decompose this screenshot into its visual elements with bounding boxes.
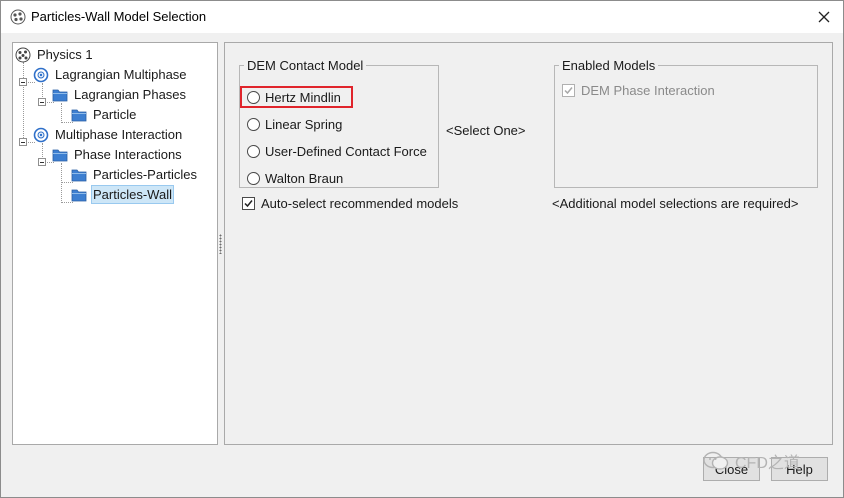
particles-app-icon — [10, 9, 26, 25]
radio-label: Linear Spring — [265, 116, 343, 132]
folder-icon — [71, 169, 87, 181]
tree-item-particle[interactable]: Particle — [71, 105, 138, 124]
watermark: CFD之道 — [703, 449, 800, 473]
expander-phase-interactions[interactable] — [38, 158, 46, 166]
checkbox — [562, 84, 575, 97]
tree-item-label: Particles-Particles — [93, 167, 198, 182]
tree-item-label: Multiphase Interaction — [55, 127, 183, 142]
model-ring-icon — [33, 127, 49, 142]
expander-lagrangian-phases[interactable] — [38, 98, 46, 106]
radio-hertz-mindlin[interactable]: Hertz Mindlin — [247, 87, 341, 107]
radio-walton-braun[interactable]: Walton Braun — [247, 168, 343, 188]
tree-item-label: Lagrangian Multiphase — [55, 67, 187, 82]
checkbox-label: Auto-select recommended models — [261, 196, 459, 211]
panel-splitter-handle[interactable] — [219, 234, 222, 254]
tree-item-phase-interactions[interactable]: Phase Interactions — [52, 145, 184, 164]
window-close-button[interactable] — [811, 5, 837, 29]
tree-item-lagrangian-phases[interactable]: Lagrangian Phases — [52, 85, 188, 104]
tree-item-physics-1[interactable]: Physics 1 — [15, 45, 95, 64]
tree-item-label: Physics 1 — [37, 47, 93, 62]
tree-item-label: Particle — [93, 107, 137, 122]
tree-item-label: Phase Interactions — [74, 147, 182, 162]
model-tree: Physics 1 Lagrangian Multiphase Lagrangi… — [12, 42, 218, 445]
checkbox-dem-phase-interaction: DEM Phase Interaction — [562, 83, 715, 98]
checkbox-auto-select[interactable]: Auto-select recommended models — [242, 196, 458, 211]
checkbox-label: DEM Phase Interaction — [581, 83, 715, 98]
dem-contact-model-legend: DEM Contact Model — [247, 58, 364, 73]
tree-item-particles-particles[interactable]: Particles-Particles — [71, 165, 199, 184]
radio-button[interactable] — [247, 117, 260, 131]
radio-label: Hertz Mindlin — [265, 89, 341, 105]
model-ring-icon — [33, 67, 49, 82]
checkbox[interactable] — [242, 197, 255, 210]
radio-button[interactable] — [247, 171, 260, 185]
radio-linear-spring[interactable]: Linear Spring — [247, 114, 342, 134]
tree-item-multiphase-interaction[interactable]: Multiphase Interaction — [33, 125, 184, 144]
tree-item-label: Particles-Wall — [91, 185, 174, 204]
radio-label: Walton Braun — [265, 170, 344, 186]
expander-lagrangian-multiphase[interactable] — [19, 78, 27, 86]
close-icon — [818, 11, 830, 23]
dialog-window: Particles-Wall Model Selection Physics 1… — [0, 0, 844, 498]
radio-button[interactable] — [247, 90, 260, 104]
wechat-icon — [703, 451, 729, 470]
folder-icon — [52, 89, 68, 101]
model-selection-panel: DEM Contact Model Hertz Mindlin Linear S… — [224, 42, 833, 445]
checkmark-icon — [564, 87, 573, 95]
title-bar: Particles-Wall Model Selection — [1, 1, 843, 33]
select-one-hint: <Select One> — [446, 123, 526, 138]
additional-selections-note: <Additional model selections are require… — [552, 196, 799, 211]
tree-item-label: Lagrangian Phases — [74, 87, 187, 102]
tree-item-lagrangian-multiphase[interactable]: Lagrangian Multiphase — [33, 65, 189, 84]
dialog-client-area: Physics 1 Lagrangian Multiphase Lagrangi… — [1, 34, 843, 497]
enabled-models-legend: Enabled Models — [562, 58, 656, 73]
window-title: Particles-Wall Model Selection — [31, 9, 207, 24]
radio-button[interactable] — [247, 144, 260, 158]
folder-icon — [71, 109, 87, 121]
tree-item-particles-wall[interactable]: Particles-Wall — [71, 185, 174, 204]
expander-multiphase-interaction[interactable] — [19, 138, 27, 146]
physics-globe-icon — [15, 47, 31, 62]
radio-label: User-Defined Contact Force — [265, 143, 427, 159]
watermark-text: CFD之道 — [735, 455, 800, 472]
checkmark-icon — [244, 200, 253, 208]
enabled-models-group: Enabled Models — [554, 58, 818, 188]
folder-icon — [52, 149, 68, 161]
folder-icon — [71, 189, 87, 201]
radio-user-defined-contact-force[interactable]: User-Defined Contact Force — [247, 141, 427, 161]
